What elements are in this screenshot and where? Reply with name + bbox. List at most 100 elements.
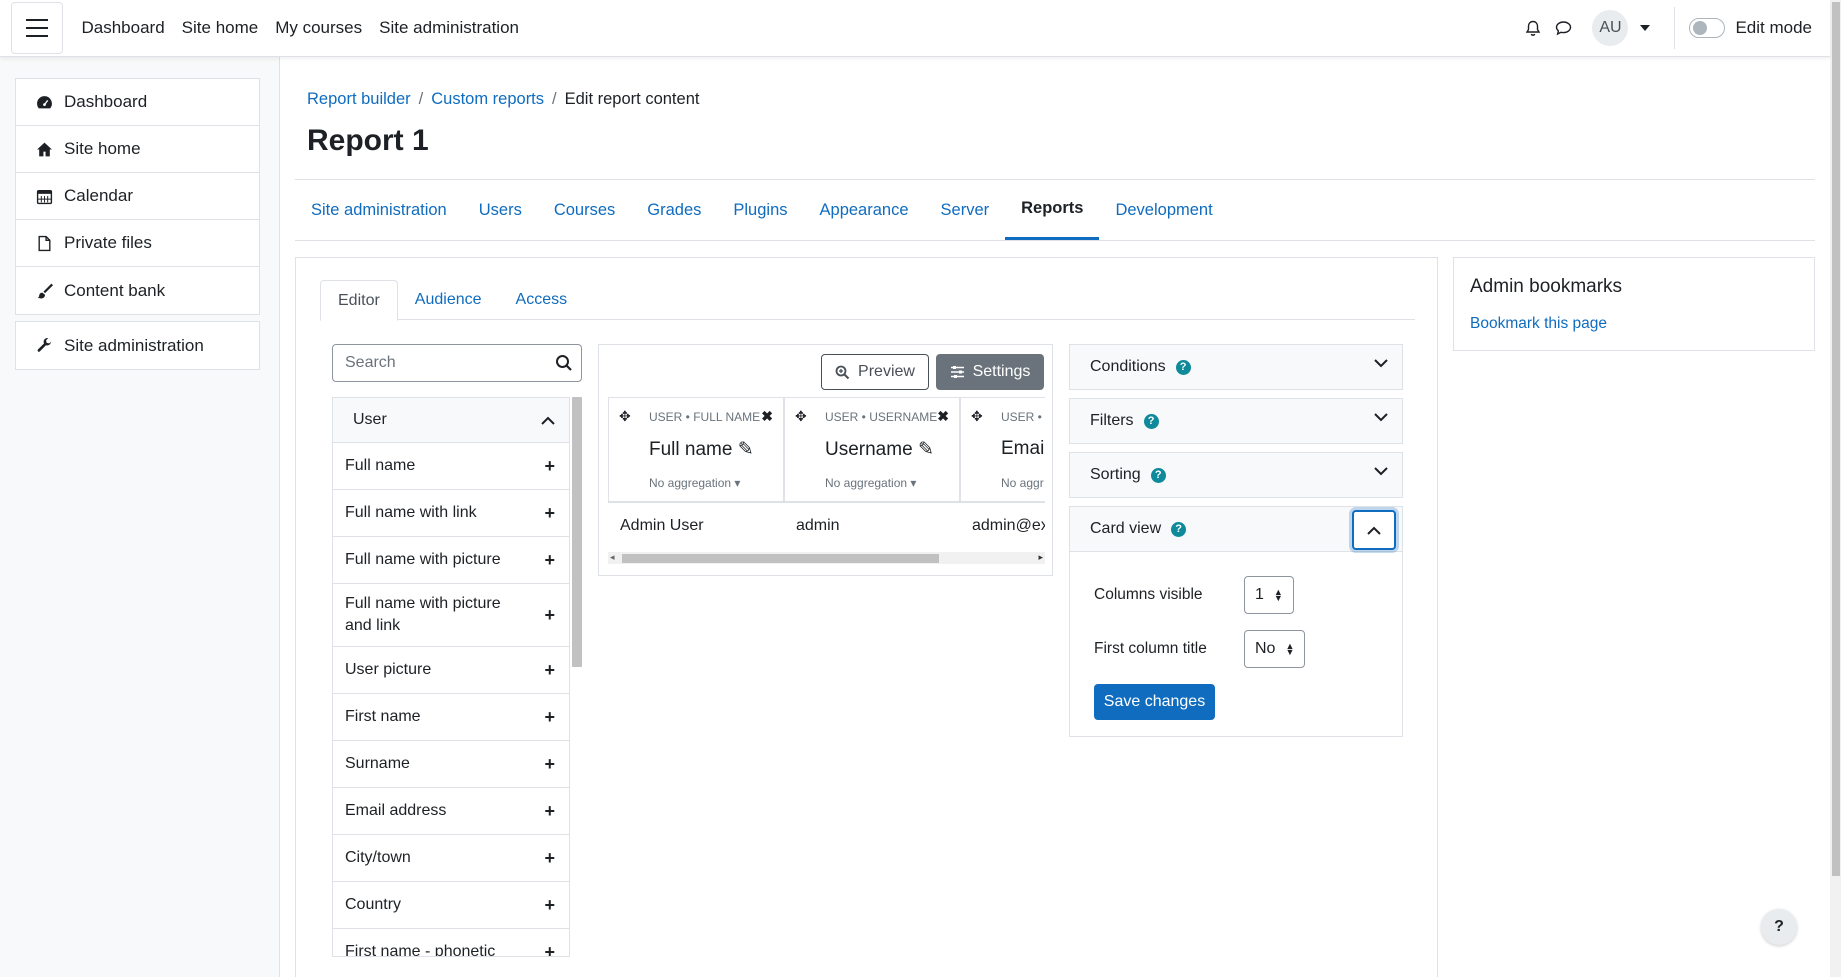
sorting-accordion[interactable]: Sorting ? bbox=[1069, 452, 1403, 498]
first-column-title-row: First column title No ▲ ▼ bbox=[1094, 630, 1378, 668]
help-icon[interactable]: ? bbox=[1171, 521, 1187, 537]
filters-header[interactable]: Filters ? bbox=[1070, 399, 1402, 443]
page-scrollbar[interactable] bbox=[1830, 0, 1841, 977]
breadcrumb-current: Edit report content bbox=[564, 90, 700, 108]
list-item[interactable]: User picture + bbox=[333, 647, 569, 694]
list-item[interactable]: Full name with picture and link + bbox=[333, 584, 569, 647]
help-icon[interactable]: ? bbox=[1175, 359, 1191, 375]
bookmark-this-page-link[interactable]: Bookmark this page bbox=[1470, 315, 1607, 332]
chevron-down-icon[interactable] bbox=[1640, 25, 1651, 31]
tab-courses[interactable]: Courses bbox=[538, 180, 631, 240]
card-view-header[interactable]: Card view ? bbox=[1070, 507, 1402, 551]
calendar-icon bbox=[36, 189, 53, 204]
tab-server[interactable]: Server bbox=[925, 180, 1006, 240]
scrollbar-thumb[interactable] bbox=[622, 554, 939, 563]
nav-site-home[interactable]: Site home bbox=[173, 18, 267, 38]
source-group-label: User bbox=[353, 411, 387, 428]
save-changes-button[interactable]: Save changes bbox=[1094, 684, 1215, 720]
tab-site-administration[interactable]: Site administration bbox=[295, 180, 463, 240]
help-icon[interactable]: ? bbox=[1143, 413, 1159, 429]
search-input[interactable]: Search bbox=[332, 344, 582, 382]
drawer-item-label: Site home bbox=[64, 139, 141, 158]
settings-button[interactable]: Settings bbox=[936, 354, 1044, 390]
drawer-item-private-files[interactable]: Private files bbox=[16, 220, 259, 267]
plus-icon: + bbox=[544, 659, 555, 680]
scroll-left-arrow-icon[interactable]: ◂ bbox=[610, 552, 615, 563]
nav-site-administration[interactable]: Site administration bbox=[371, 18, 528, 38]
select-arrows-icon: ▲ ▼ bbox=[1285, 641, 1295, 657]
tab-grades[interactable]: Grades bbox=[631, 180, 717, 240]
search-icon[interactable] bbox=[555, 354, 573, 372]
source-group-user[interactable]: User bbox=[333, 398, 569, 443]
column-title-text: Username bbox=[825, 439, 913, 460]
table-horizontal-scrollbar[interactable]: ◂ ▸ bbox=[608, 552, 1045, 564]
list-item[interactable]: Country + bbox=[333, 882, 569, 929]
tab-audience[interactable]: Audience bbox=[398, 280, 499, 320]
pencil-icon[interactable]: ✎ bbox=[738, 439, 754, 460]
list-item[interactable]: Surname + bbox=[333, 741, 569, 788]
first-column-title-select[interactable]: No ▲ ▼ bbox=[1244, 630, 1306, 668]
card-view-form: Columns visible 1 ▲ ▼ First column title … bbox=[1070, 551, 1402, 736]
breadcrumb-custom-reports[interactable]: Custom reports bbox=[431, 90, 544, 109]
help-button[interactable]: ? bbox=[1761, 909, 1797, 945]
table-cell: Admin User bbox=[620, 517, 704, 534]
plus-icon: + bbox=[544, 502, 555, 523]
list-item[interactable]: City/town + bbox=[333, 835, 569, 882]
chevron-down-icon[interactable] bbox=[1374, 467, 1388, 476]
list-item[interactable]: Full name + bbox=[333, 443, 569, 490]
sources-scrollbar[interactable] bbox=[572, 397, 582, 667]
home-icon bbox=[37, 142, 52, 156]
preview-button[interactable]: Preview bbox=[821, 354, 929, 390]
aggregation-dropdown[interactable]: No aggregation ▾ bbox=[825, 476, 916, 490]
editor-tabs: Editor Audience Access bbox=[320, 280, 1415, 321]
chevron-down-icon[interactable] bbox=[1374, 359, 1388, 368]
nav-my-courses[interactable]: My courses bbox=[267, 18, 371, 38]
move-icon[interactable]: ✥ bbox=[795, 408, 807, 425]
drawer-item-label: Calendar bbox=[64, 186, 133, 205]
sorting-header[interactable]: Sorting ? bbox=[1070, 453, 1402, 497]
breadcrumb-report-builder[interactable]: Report builder bbox=[307, 90, 411, 109]
list-item[interactable]: Full name with link + bbox=[333, 490, 569, 537]
help-icon[interactable]: ? bbox=[1150, 467, 1166, 483]
drawer-item-site-home[interactable]: Site home bbox=[16, 126, 259, 173]
conditions-header[interactable]: Conditions ? bbox=[1070, 345, 1402, 389]
list-item[interactable]: First name + bbox=[333, 694, 569, 741]
tab-users[interactable]: Users bbox=[463, 180, 538, 240]
message-icon[interactable] bbox=[1548, 13, 1578, 43]
close-icon[interactable]: ✖ bbox=[761, 408, 773, 425]
chevron-down-icon[interactable] bbox=[1374, 413, 1388, 422]
close-icon[interactable]: ✖ bbox=[937, 408, 949, 425]
tab-editor[interactable]: Editor bbox=[320, 280, 398, 321]
scrollbar-thumb[interactable] bbox=[1832, 2, 1840, 876]
drawer-toggle-button[interactable] bbox=[11, 2, 63, 54]
pencil-icon[interactable]: ✎ bbox=[918, 439, 934, 460]
drawer-item-content-bank[interactable]: Content bank bbox=[16, 267, 259, 314]
list-item[interactable]: First name - phonetic + bbox=[333, 929, 569, 957]
scroll-right-arrow-icon[interactable]: ▸ bbox=[1038, 552, 1043, 563]
tab-appearance[interactable]: Appearance bbox=[804, 180, 925, 240]
drawer-item-dashboard[interactable]: Dashboard bbox=[16, 79, 259, 126]
column-title-text: Full name bbox=[649, 439, 733, 460]
tab-development[interactable]: Development bbox=[1099, 180, 1228, 240]
aggregation-dropdown[interactable]: No aggregation ▾ bbox=[649, 476, 740, 490]
list-item[interactable]: Email address + bbox=[333, 788, 569, 835]
drawer-item-site-administration[interactable]: Site administration bbox=[16, 322, 259, 369]
table-cell: admin bbox=[796, 517, 840, 534]
tab-plugins[interactable]: Plugins bbox=[717, 180, 803, 240]
tab-access[interactable]: Access bbox=[499, 280, 585, 320]
move-icon[interactable]: ✥ bbox=[619, 408, 631, 425]
collapse-card-view-button[interactable] bbox=[1352, 510, 1396, 550]
filters-accordion[interactable]: Filters ? bbox=[1069, 398, 1403, 444]
edit-mode-toggle[interactable] bbox=[1689, 18, 1726, 38]
list-item[interactable]: Full name with picture + bbox=[333, 537, 569, 584]
bell-icon[interactable] bbox=[1518, 13, 1548, 43]
aggregation-label: No aggregation bbox=[825, 476, 908, 490]
columns-visible-select[interactable]: 1 ▲ ▼ bbox=[1244, 576, 1294, 614]
drawer-item-calendar[interactable]: Calendar bbox=[16, 173, 259, 220]
move-icon[interactable]: ✥ bbox=[971, 408, 983, 425]
tab-reports[interactable]: Reports bbox=[1005, 180, 1100, 240]
breadcrumb-separator: / bbox=[418, 90, 424, 108]
avatar[interactable]: AU bbox=[1592, 10, 1629, 46]
nav-dashboard[interactable]: Dashboard bbox=[73, 18, 173, 38]
conditions-accordion[interactable]: Conditions ? bbox=[1069, 344, 1403, 390]
